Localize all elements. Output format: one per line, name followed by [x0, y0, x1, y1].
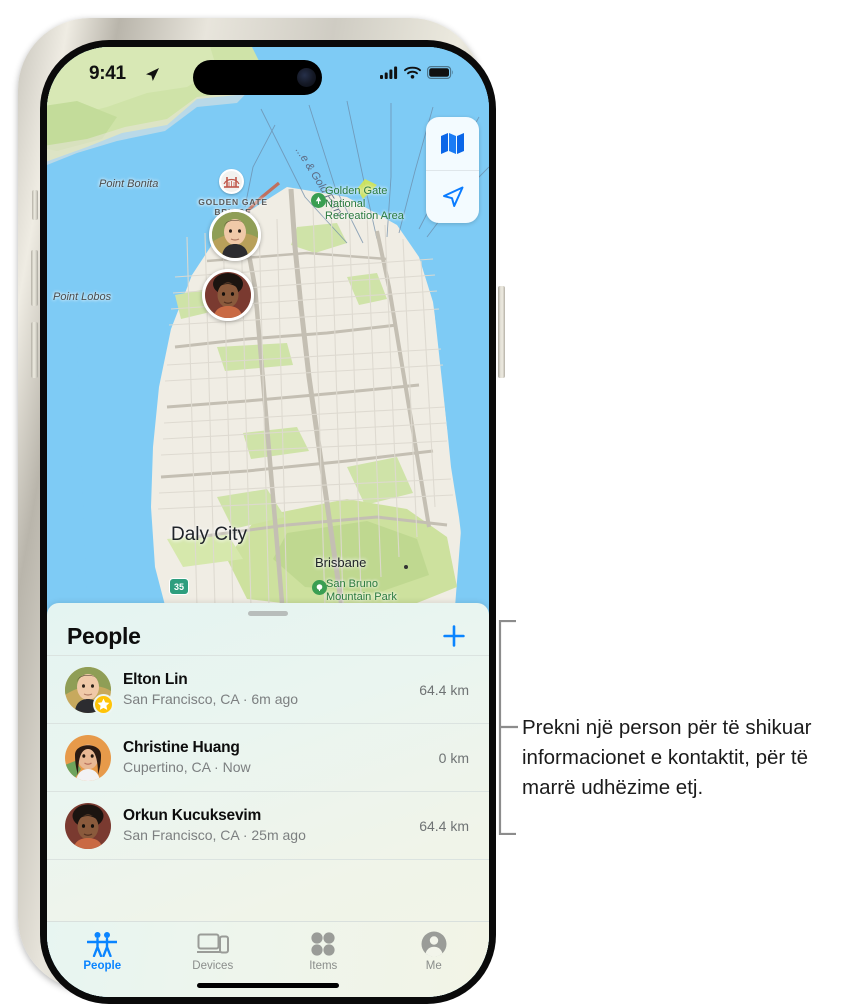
route-shield-35: 35: [169, 578, 189, 595]
tree-glyph: [316, 584, 323, 591]
callout-text: Prekni një person për të shikuar informa…: [522, 716, 812, 799]
person-location: San Francisco, CA · 6m ago: [123, 691, 299, 707]
callout-bracket: [498, 620, 518, 835]
recenter-button[interactable]: [426, 170, 479, 223]
plus-icon: [443, 625, 465, 647]
person-circle-icon: [421, 931, 447, 957]
tab-label: People: [83, 960, 122, 972]
person-info: Elton Lin San Francisco, CA · 6m ago: [123, 670, 407, 709]
map-controls: [426, 117, 479, 223]
status-location-icon: [145, 67, 160, 87]
map-layers-button[interactable]: [426, 117, 479, 170]
person-location: Cupertino, CA · Now: [123, 759, 251, 775]
people-list: Elton Lin San Francisco, CA · 6m ago 64.…: [47, 655, 489, 860]
person-distance: 0 km: [438, 749, 469, 766]
map-pin-elton-lin[interactable]: [209, 209, 261, 261]
location-arrow-icon: [442, 186, 463, 207]
battery-icon: [427, 66, 453, 79]
tree-glyph: [315, 196, 322, 204]
avatar-christine-huang: [65, 734, 111, 781]
tab-label: Items: [309, 960, 338, 972]
folded-map-icon: [441, 133, 464, 154]
list-item[interactable]: Orkun Kucuksevim San Francisco, CA · 25m…: [47, 792, 489, 860]
silent-switch[interactable]: [32, 190, 38, 220]
volume-down-button[interactable]: [31, 322, 38, 378]
avatar: [65, 802, 111, 849]
brisbane-dot: [404, 565, 408, 569]
person-name: Orkun Kucuksevim: [123, 807, 262, 824]
screenshot-root: Point Bonita Point Lobos GOLDEN GATEBRID…: [0, 0, 843, 1008]
devices-icon: [196, 933, 229, 954]
san-bruno-park-icon: [312, 580, 327, 595]
items-icon: [311, 932, 335, 956]
person-name: Elton Lin: [123, 671, 188, 688]
list-item[interactable]: Christine Huang Cupertino, CA · Now 0 km: [47, 724, 489, 792]
add-person-button[interactable]: [439, 621, 469, 651]
person-location: San Francisco, CA · 25m ago: [123, 827, 306, 843]
list-item[interactable]: Elton Lin San Francisco, CA · 6m ago 64.…: [47, 656, 489, 724]
wifi-icon: [404, 66, 421, 79]
person-info: Orkun Kucuksevim San Francisco, CA · 25m…: [123, 806, 407, 845]
avatar: [65, 734, 111, 781]
cellular-bars-icon: [380, 66, 398, 79]
golden-gate-bridge-icon: [219, 169, 244, 194]
volume-up-button[interactable]: [31, 250, 38, 306]
front-camera: [297, 68, 316, 87]
favorite-star-badge: [93, 693, 114, 715]
person-info: Christine Huang Cupertino, CA · Now: [123, 738, 427, 777]
status-bar: 9:41: [47, 47, 489, 105]
tab-label: Devices: [192, 960, 234, 972]
person-name: Christine Huang: [123, 739, 240, 756]
people-icon: [87, 932, 118, 957]
map-pin-orkun-kucuksevim[interactable]: [202, 269, 254, 321]
phone-frame: Point Bonita Point Lobos GOLDEN GATEBRID…: [18, 18, 505, 1004]
phone-screen: Point Bonita Point Lobos GOLDEN GATEBRID…: [47, 47, 489, 997]
star-icon: [97, 698, 110, 710]
avatar: [65, 666, 114, 715]
power-button[interactable]: [498, 286, 505, 378]
location-arrow-icon: [146, 68, 159, 81]
ggnra-park-icon: [311, 193, 326, 208]
tab-people[interactable]: People: [47, 922, 158, 997]
sheet-header: People: [47, 603, 489, 655]
avatar-orkun-kucuksevim: [65, 802, 111, 849]
home-indicator[interactable]: [197, 983, 339, 988]
page-title: People: [67, 622, 141, 649]
tab-me[interactable]: Me: [379, 922, 490, 997]
person-distance: 64.4 km: [419, 817, 469, 834]
status-time: 9:41: [89, 63, 126, 84]
status-indicators: [380, 66, 453, 79]
avatar-elton-lin: [212, 212, 258, 258]
bridge-glyph: [223, 176, 240, 188]
avatar-orkun-kucuksevim: [205, 272, 251, 318]
person-distance: 64.4 km: [419, 681, 469, 698]
tab-label: Me: [425, 960, 442, 972]
